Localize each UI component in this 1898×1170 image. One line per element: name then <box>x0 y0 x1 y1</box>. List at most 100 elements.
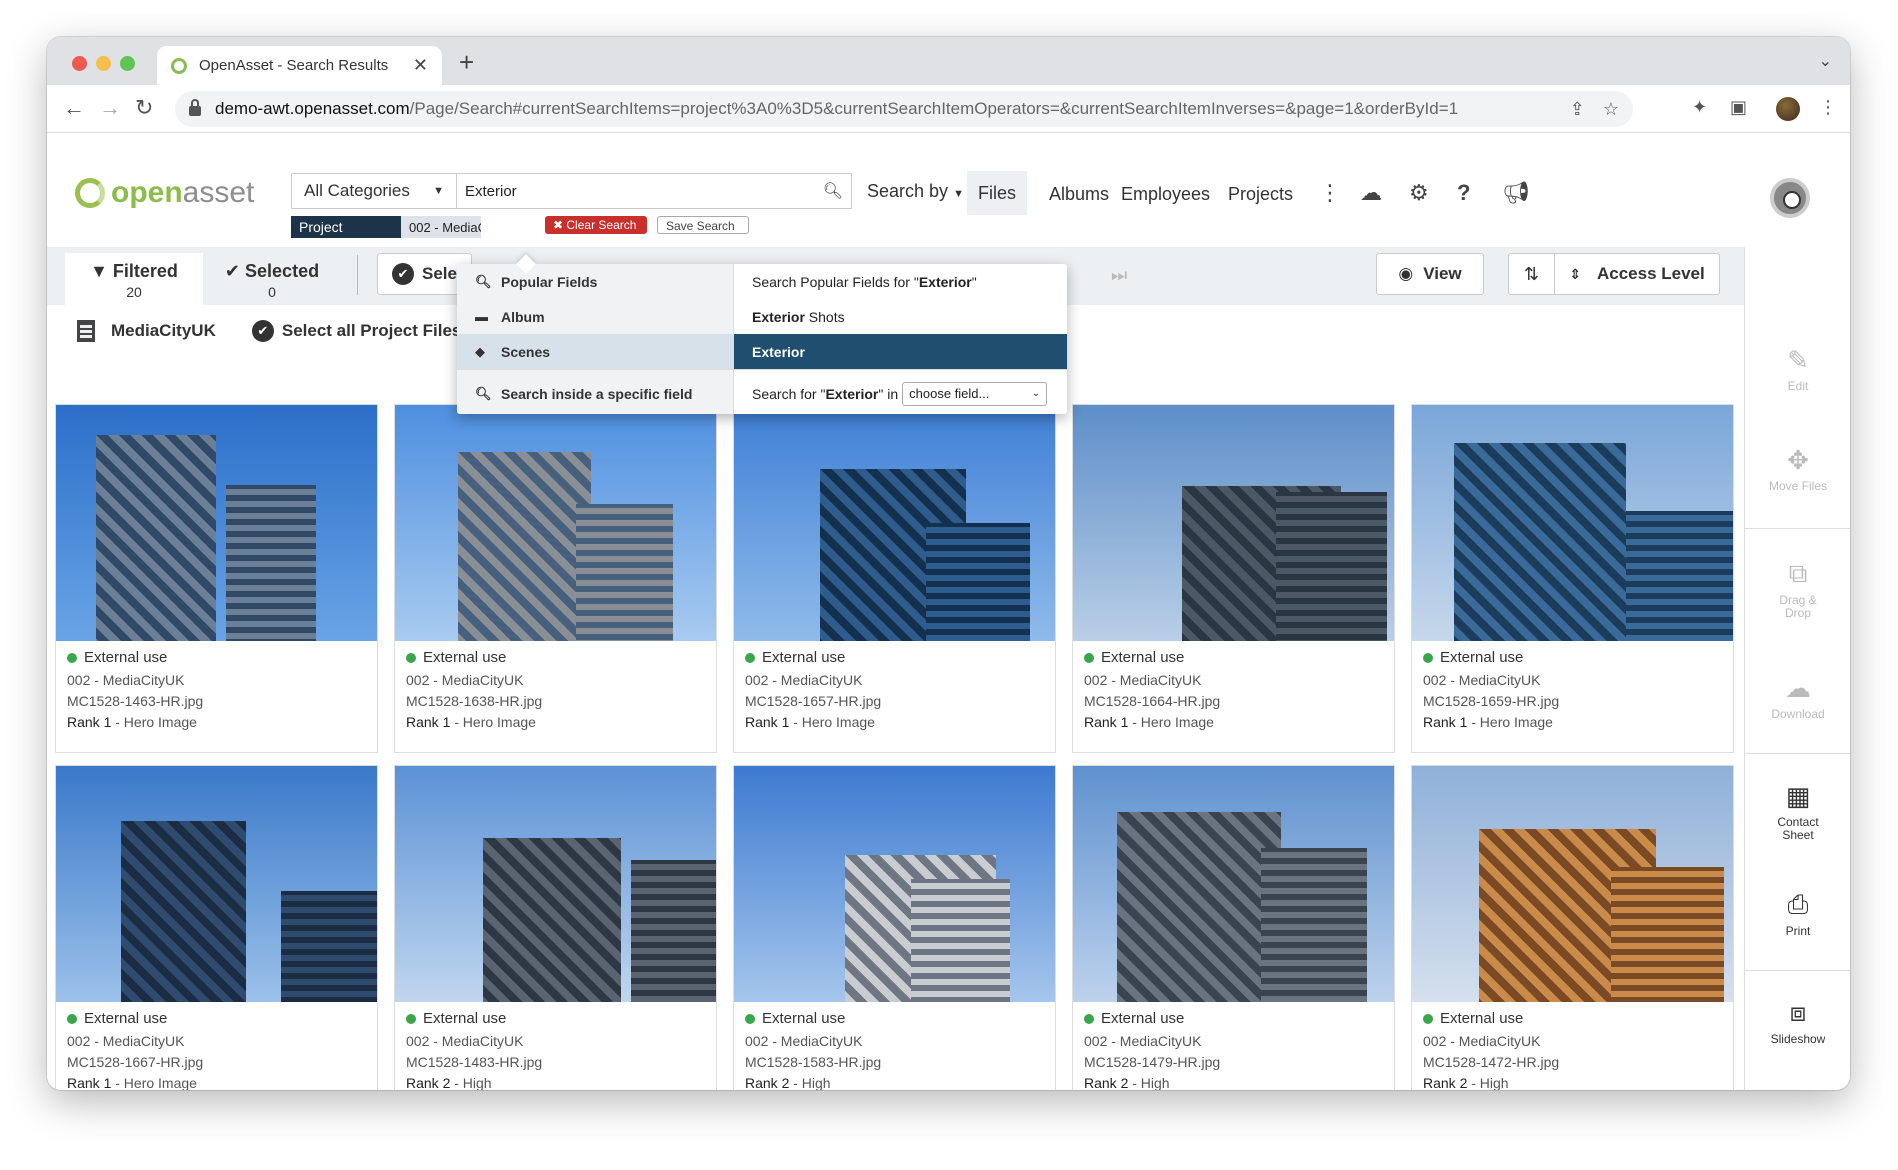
project-name: 002 - MediaCityUK <box>1423 672 1541 688</box>
move-files-button[interactable]: ✥ Move Files <box>1745 445 1850 493</box>
download-button[interactable]: ☁ Download <box>1745 673 1850 721</box>
help-icon[interactable]: ? <box>1457 180 1470 206</box>
file-card[interactable]: External use 002 - MediaCityUK MC1528-1463… <box>55 404 378 753</box>
search-icon: 🔍︎ <box>475 273 492 289</box>
category-select[interactable]: All Categories ▼ <box>291 173 456 209</box>
project-name[interactable]: MediaCityUK <box>111 321 216 341</box>
close-window-button[interactable] <box>72 56 87 71</box>
close-tab-icon[interactable]: ✕ <box>413 55 428 76</box>
rank-label: Rank 1 <box>1084 714 1129 730</box>
file-card[interactable]: External use 002 - MediaCityUK MC1528-1667… <box>55 765 378 1090</box>
sort-order-button[interactable]: ⇅ <box>1509 254 1555 294</box>
building-shape <box>121 821 246 1002</box>
file-thumbnail[interactable] <box>1412 766 1733 1002</box>
view-button[interactable]: ◉ View <box>1376 253 1484 295</box>
select-all-project-files[interactable]: ✔ Select all Project Files <box>251 320 461 342</box>
extensions-puzzle-icon[interactable]: ✦ <box>1692 97 1707 118</box>
option-scene-exterior[interactable]: Exterior <box>734 334 1067 369</box>
share-icon[interactable]: ⇪ <box>1570 99 1585 120</box>
user-avatar[interactable] <box>1770 178 1810 218</box>
suggestion-album[interactable]: ▬ Album <box>457 299 733 334</box>
back-arrow-icon[interactable]: ← <box>63 95 85 121</box>
category-value: All Categories <box>304 181 410 200</box>
star-bookmark-icon[interactable]: ☆ <box>1603 99 1619 120</box>
file-card[interactable]: External use 002 - MediaCityUK MC1528-1583… <box>733 765 1056 1090</box>
gear-icon[interactable]: ⚙ <box>1409 180 1429 206</box>
file-thumbnail[interactable] <box>1412 405 1733 641</box>
edit-button[interactable]: ✎ Edit <box>1745 345 1850 393</box>
building-shape <box>96 435 216 641</box>
address-bar[interactable]: demo-awt.openasset.com/Page/Search#curre… <box>175 91 1633 127</box>
nav-projects[interactable]: Projects <box>1228 184 1293 205</box>
file-thumbnail[interactable] <box>56 766 377 1002</box>
nav-files[interactable]: Files <box>967 171 1027 215</box>
tab-filtered[interactable]: ▼ Filtered 20 <box>65 253 203 305</box>
minimize-window-button[interactable] <box>96 56 111 71</box>
openasset-logo[interactable]: openasset <box>75 176 254 210</box>
file-meta: External use 002 - MediaCityUK MC1528-1479… <box>1073 1002 1394 1090</box>
file-card[interactable]: External use 002 - MediaCityUK MC1528-1638… <box>394 404 717 753</box>
tab-search-chevron-icon[interactable]: ⌄ <box>1819 51 1832 71</box>
file-meta: External use 002 - MediaCityUK MC1528-1483… <box>395 1002 716 1090</box>
print-button[interactable]: ⎙ Print <box>1745 889 1850 938</box>
maximize-window-button[interactable] <box>120 56 135 71</box>
nav-employees[interactable]: Employees <box>1121 184 1210 205</box>
scenes-label: Scenes <box>501 343 551 360</box>
browser-menu-icon[interactable]: ⋮ <box>1819 97 1837 118</box>
suggestion-specific-field[interactable]: 🔍︎ Search inside a specific field <box>457 376 733 411</box>
search-chip-value[interactable]: 002 - MediaCityUK <box>401 216 481 238</box>
file-thumbnail[interactable] <box>734 766 1055 1002</box>
file-card[interactable]: External use 002 - MediaCityUK MC1528-1659… <box>1411 404 1734 753</box>
file-thumbnail[interactable] <box>395 766 716 1002</box>
usage-label: External use <box>1440 1010 1524 1027</box>
file-card[interactable]: External use 002 - MediaCityUK MC1528-1483… <box>394 765 717 1090</box>
nav-albums[interactable]: Albums <box>1049 184 1109 205</box>
file-thumbnail[interactable] <box>56 405 377 641</box>
file-card[interactable]: External use 002 - MediaCityUK MC1528-1479… <box>1072 765 1395 1090</box>
building-shape <box>1261 848 1367 1002</box>
file-card[interactable]: External use 002 - MediaCityUK MC1528-1472… <box>1411 765 1734 1090</box>
contact-sheet-button[interactable]: ▦ Contact Sheet <box>1745 781 1850 842</box>
choose-field-select[interactable]: choose field... ⌄ <box>902 381 1048 406</box>
project-name: 002 - MediaCityUK <box>745 1033 863 1049</box>
project-name: 002 - MediaCityUK <box>406 1033 524 1049</box>
building-shape <box>1454 443 1626 641</box>
profile-avatar[interactable] <box>1776 97 1800 121</box>
file-card[interactable]: External use 002 - MediaCityUK MC1528-1657… <box>733 404 1056 753</box>
rank-desc: - Hero Image <box>1128 714 1214 730</box>
file-thumbnail[interactable] <box>1073 766 1394 1002</box>
search-icon[interactable]: 🔍︎ <box>823 181 843 201</box>
last-page-icon[interactable]: ⏭︎ <box>1111 265 1127 286</box>
tab-selected[interactable]: ✔ Selected 0 <box>203 253 341 305</box>
file-name: MC1528-1463-HR.jpg <box>67 693 204 709</box>
more-vertical-icon[interactable]: ⋮ <box>1319 180 1341 206</box>
building-shape <box>911 879 1010 1002</box>
rank: Rank 2 - High <box>1084 1075 1383 1090</box>
rank: Rank 1 - Hero Image <box>1423 714 1722 730</box>
drag-drop-button[interactable]: ⧉ Drag & Drop <box>1745 558 1850 620</box>
usage-label: External use <box>84 1010 168 1027</box>
access-level-button[interactable]: ⇕ Access Level <box>1555 254 1719 294</box>
search-input[interactable] <box>465 182 823 200</box>
file-thumbnail[interactable] <box>395 405 716 641</box>
building-shape <box>458 452 591 641</box>
cloud-upload-icon[interactable]: ☁ <box>1360 180 1382 206</box>
new-tab-icon[interactable]: + <box>459 47 474 78</box>
option-album-exterior-shots[interactable]: Exterior Shots <box>734 299 1067 334</box>
save-search-button[interactable]: Save Search <box>657 216 749 234</box>
file-thumbnail[interactable] <box>734 405 1055 641</box>
building-icon <box>77 320 95 342</box>
suggestion-popular-fields[interactable]: 🔍︎ Popular Fields <box>457 264 733 299</box>
clear-search-button[interactable]: ✖ Clear Search <box>545 216 647 234</box>
forward-arrow-icon[interactable]: → <box>99 95 121 121</box>
suggestion-scenes[interactable]: ◆ Scenes <box>457 334 733 369</box>
slideshow-button[interactable]: ⧈ Slideshow <box>1745 997 1850 1046</box>
browser-tab[interactable]: OpenAsset - Search Results ✕ <box>157 46 442 85</box>
megaphone-icon[interactable]: 📢︎ <box>1502 180 1530 206</box>
file-thumbnail[interactable] <box>1073 405 1394 641</box>
side-panel-icon[interactable]: ▣ <box>1730 97 1747 118</box>
file-card[interactable]: External use 002 - MediaCityUK MC1528-1664… <box>1072 404 1395 753</box>
reload-icon[interactable]: ↻ <box>135 95 153 121</box>
search-by-menu[interactable]: Search by ▼ <box>867 181 964 202</box>
option-search-popular-fields[interactable]: Search Popular Fields for " Exterior " <box>734 264 1067 299</box>
